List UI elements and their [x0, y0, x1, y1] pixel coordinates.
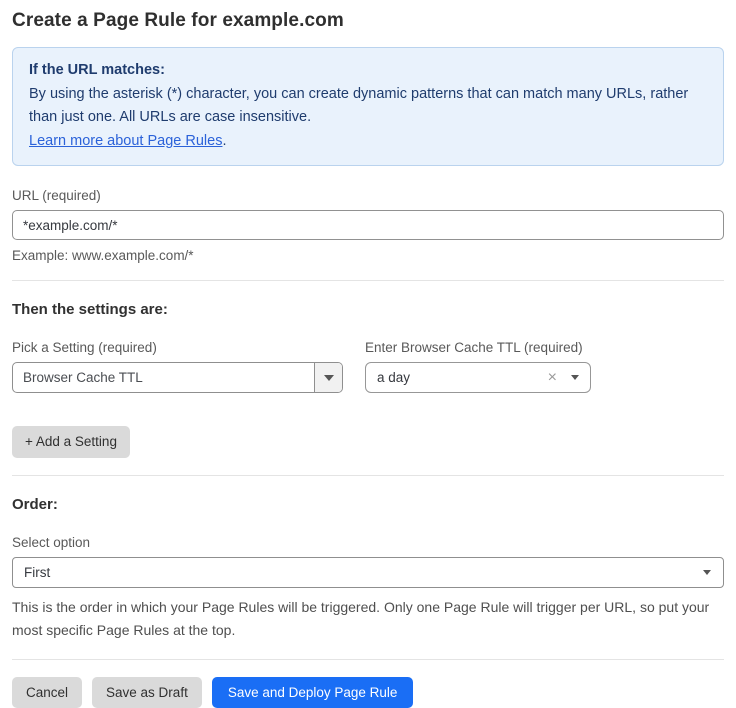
chevron-down-icon [571, 375, 579, 380]
url-match-info-box: If the URL matches: By using the asteris… [12, 47, 724, 166]
chevron-down-icon [703, 570, 711, 575]
setting-picker-select[interactable]: Browser Cache TTL [12, 362, 343, 393]
info-box-link-line: Learn more about Page Rules. [29, 130, 707, 154]
ttl-picker-value: a day [377, 370, 548, 385]
learn-more-link[interactable]: Learn more about Page Rules [29, 133, 222, 149]
setting-picker-column: Pick a Setting (required) Browser Cache … [12, 318, 365, 393]
order-select[interactable]: First [12, 557, 724, 588]
save-as-draft-button[interactable]: Save as Draft [92, 677, 202, 708]
save-and-deploy-button[interactable]: Save and Deploy Page Rule [212, 677, 414, 708]
order-select-value: First [24, 565, 703, 580]
ttl-picker-column: Enter Browser Cache TTL (required) a day… [365, 318, 724, 393]
divider [12, 659, 724, 660]
setting-picker-label: Pick a Setting (required) [12, 340, 365, 355]
info-box-body: By using the asterisk (*) character, you… [29, 83, 707, 130]
settings-section-heading: Then the settings are: [12, 301, 724, 318]
page-title: Create a Page Rule for example.com [12, 10, 724, 32]
divider [12, 475, 724, 476]
cancel-button[interactable]: Cancel [12, 677, 82, 708]
url-field-label: URL (required) [12, 188, 724, 203]
setting-picker-value: Browser Cache TTL [13, 363, 314, 392]
order-helper-text: This is the order in which your Page Rul… [12, 596, 724, 642]
url-input[interactable] [12, 210, 724, 240]
footer-actions: Cancel Save as Draft Save and Deploy Pag… [12, 677, 724, 708]
settings-row: Pick a Setting (required) Browser Cache … [12, 318, 724, 393]
clear-icon[interactable]: × [548, 370, 557, 386]
page-rule-form: Create a Page Rule for example.com If th… [0, 0, 736, 708]
chevron-down-icon [324, 375, 334, 381]
link-suffix: . [222, 133, 226, 149]
info-box-heading: If the URL matches: [29, 59, 707, 83]
add-setting-button[interactable]: + Add a Setting [12, 426, 130, 458]
order-section-heading: Order: [12, 496, 724, 513]
setting-picker-arrow-segment[interactable] [314, 363, 342, 392]
divider [12, 280, 724, 281]
url-example-helper: Example: www.example.com/* [12, 248, 724, 263]
order-select-label: Select option [12, 535, 724, 550]
ttl-picker-select[interactable]: a day × [365, 362, 591, 393]
ttl-picker-label: Enter Browser Cache TTL (required) [365, 340, 724, 355]
